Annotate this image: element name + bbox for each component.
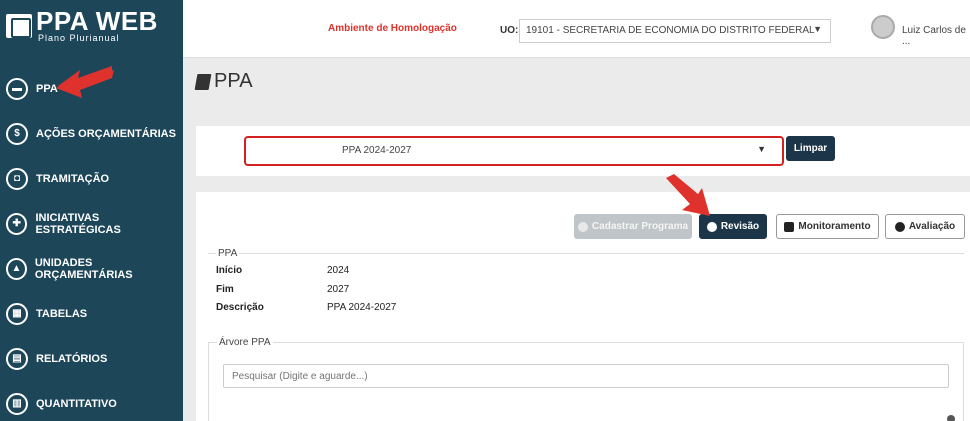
detail-value: PPA 2024-2027 (327, 302, 397, 313)
ppa-tree: Árvore PPA (208, 337, 964, 421)
sidebar-item-label: TRAMITAÇÃO (36, 172, 110, 185)
tree-node-toggle[interactable] (947, 415, 955, 421)
detail-key: Descrição (216, 302, 264, 313)
table-icon: ▦ (6, 302, 28, 325)
environment-label: Ambiente de Homologação (328, 23, 457, 34)
ppa-select[interactable]: PPA 2024-2027 ▼ (244, 136, 784, 166)
page-title: PPA (194, 70, 253, 93)
inbox-icon: ◘ (6, 167, 28, 190)
book-icon: ▬ (6, 77, 28, 100)
sidebar-item-label: UNIDADES ORÇAMENTÁRIAS (34, 256, 133, 281)
user-name[interactable]: Luiz Carlos de ... (902, 25, 970, 47)
logo-icon (6, 14, 32, 38)
filter-panel: PPA 2024-2027 ▼ Limpar (196, 126, 970, 176)
clipboard-icon (784, 221, 795, 232)
uo-select-value: 19101 - SECRETARIA DE ECONOMIA DO DISTRI… (526, 25, 815, 36)
sidebar-item-label: INICIATIVAS ESTRATÉGICAS (35, 211, 121, 236)
avatar[interactable] (871, 15, 895, 39)
book-icon (194, 73, 212, 90)
sidebar-item-label: QUANTITATIVO (36, 397, 117, 410)
sidebar-item-tabelas[interactable]: ▦ TABELAS (0, 291, 183, 336)
page-title-text: PPA (214, 70, 253, 92)
sidebar-item-tramitacao[interactable]: ◘ TRAMITAÇÃO (0, 156, 183, 201)
clear-button[interactable]: Limpar (786, 136, 835, 161)
annotation-arrow-icon (56, 66, 114, 98)
sidebar-item-iniciativas-estrategicas[interactable]: ✚ INICIATIVAS ESTRATÉGICAS (0, 201, 183, 246)
plus-circle-icon (577, 221, 588, 232)
detail-value: 2024 (327, 265, 350, 276)
dollar-icon: $ (6, 122, 28, 145)
sidebar-item-label: TABELAS (36, 307, 88, 320)
detail-value: 2027 (327, 284, 350, 295)
ppa-tree-legend: Árvore PPA (217, 337, 273, 348)
report-icon: ▤ (6, 347, 28, 370)
tree-search-input[interactable] (223, 364, 949, 388)
review-label: Revisão (720, 221, 760, 232)
bank-icon: ▲ (6, 257, 27, 280)
annotation-arrow-icon (666, 174, 710, 216)
sidebar-item-relatorios[interactable]: ▤ RELATÓRIOS (0, 336, 183, 381)
evaluation-button[interactable]: Avaliação (885, 214, 965, 239)
sidebar-item-acoes-orcamentarias[interactable]: $ AÇÕES ORÇAMENTÁRIAS (0, 111, 183, 156)
topbar: Ambiente de Homologação UO: 19101 - SECR… (183, 0, 970, 58)
sidebar-item-label: AÇÕES ORÇAMENTÁRIAS (36, 127, 176, 140)
detail-key: Início (216, 265, 243, 276)
detail-key: Fim (216, 284, 234, 295)
uo-label: UO: (500, 25, 519, 36)
main-panel: Cadastrar Programa Revisão Monitoramento… (196, 192, 970, 421)
logo-title: PPA WEB (36, 6, 158, 36)
sidebar-item-unidades-orcamentarias[interactable]: ▲ UNIDADES ORÇAMENTÁRIAS (0, 246, 183, 291)
chevron-down-icon: ▼ (813, 24, 822, 34)
users-icon (894, 221, 905, 232)
monitoring-button[interactable]: Monitoramento (776, 214, 879, 239)
ppa-select-value: PPA 2024-2027 (342, 145, 412, 156)
puzzle-icon: ✚ (6, 212, 28, 235)
evaluation-label: Avaliação (908, 221, 956, 232)
gears-icon (706, 221, 717, 232)
app-logo[interactable]: PPA WEB Plano Plurianual (6, 6, 158, 46)
sidebar-item-quantitativo[interactable]: ▥ QUANTITATIVO (0, 381, 183, 421)
monitoring-label: Monitoramento (798, 221, 871, 232)
sidebar-menu: ▬ PPA $ AÇÕES ORÇAMENTÁRIAS ◘ TRAMITAÇÃO… (0, 66, 183, 421)
uo-select[interactable]: 19101 - SECRETARIA DE ECONOMIA DO DISTRI… (519, 19, 831, 43)
chevron-down-icon: ▼ (757, 144, 766, 154)
ppa-details-legend: PPA (216, 248, 240, 259)
ppa-details: PPA Início 2024 Fim 2027 Descrição PPA 2… (208, 248, 964, 323)
add-program-label: Cadastrar Programa (591, 221, 689, 232)
chart-icon: ▥ (6, 392, 28, 415)
sidebar-item-label: RELATÓRIOS (36, 352, 108, 365)
